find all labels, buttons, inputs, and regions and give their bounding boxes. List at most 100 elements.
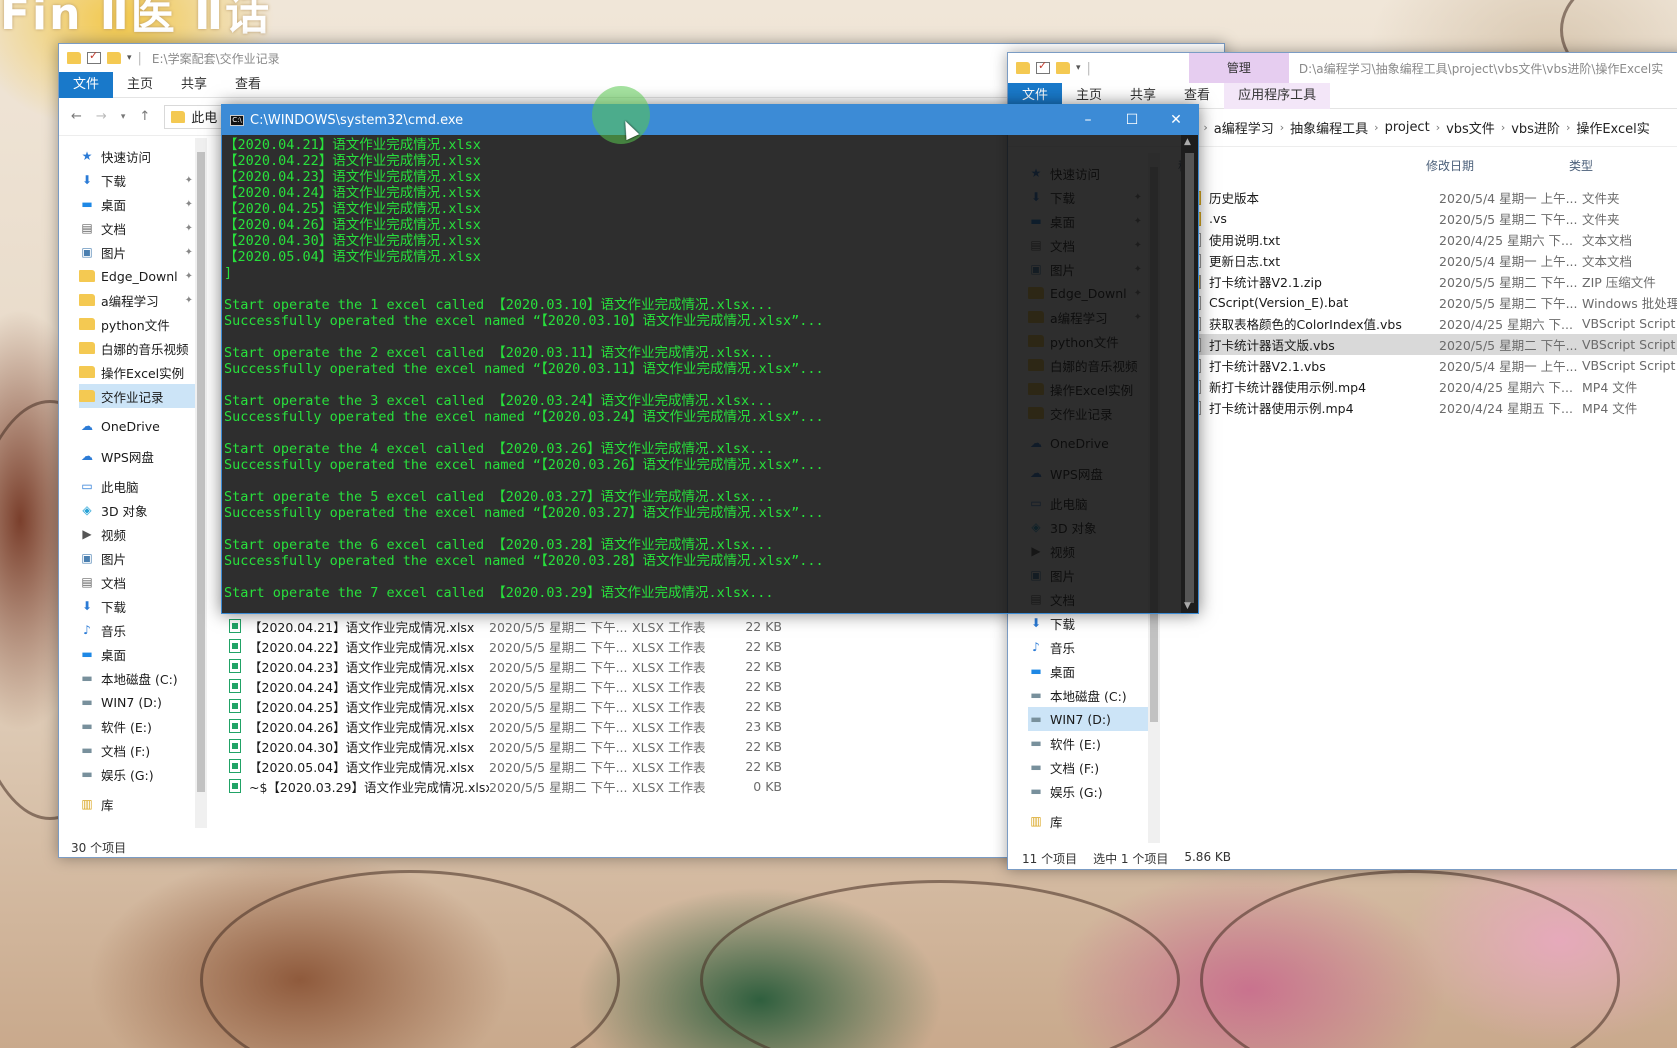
nav-scrollbar-thumb[interactable] — [197, 152, 205, 792]
tab-file[interactable]: 文件 — [59, 71, 114, 98]
tab-home[interactable]: 主页 — [113, 72, 167, 98]
file-row[interactable]: 【2020.04.26】语文作业完成情况.xlsx 2020/5/5 星期二 下午… — [229, 716, 849, 736]
breadcrumb[interactable]: WIN7 (D:)›a编程学习›抽象编程工具›project›vbs文件›vbs… — [1128, 116, 1677, 140]
sidebar-item[interactable]: ◈ 3D 对象 — [79, 498, 199, 522]
tab-share[interactable]: 共享 — [167, 72, 221, 98]
close-button[interactable]: ✕ — [1154, 105, 1198, 135]
file-row[interactable]: 【2020.04.24】语文作业完成情况.xlsx 2020/5/5 星期二 下午… — [229, 676, 849, 696]
file-row[interactable]: 打卡统计器使用示例.mp4 2020/4/24 星期五 下... MP4 文件 — [1189, 397, 1677, 418]
sidebar-item[interactable]: ▬ 桌面 — [79, 642, 199, 666]
up-arrow-icon[interactable]: ↑ — [139, 109, 150, 124]
file-row[interactable]: ~$【2020.03.29】语文作业完成情况.xlsx 2020/5/5 星期二 … — [229, 776, 849, 796]
sidebar-item[interactable]: ♪ 音乐 — [79, 618, 199, 642]
file-row[interactable]: 获取表格颜色的ColorIndex值.vbs 2020/4/25 星期六 下...… — [1189, 313, 1677, 334]
sidebar-item[interactable]: ★ 快速访问 — [79, 144, 199, 168]
sidebar-item[interactable]: 交作业记录 — [79, 384, 199, 408]
file-row[interactable]: 【2020.04.30】语文作业完成情况.xlsx 2020/5/5 星期二 下午… — [229, 736, 849, 756]
scroll-up-icon[interactable]: ▲ — [1184, 137, 1191, 147]
console-scrollbar[interactable]: ▲ ▼ — [1181, 135, 1198, 613]
console-output[interactable]: 【2020.04.21】语文作业完成情况.xlsx 【2020.04.22】语文作… — [222, 135, 1181, 613]
back-arrow-icon[interactable]: ← — [71, 109, 82, 124]
breadcrumb-item[interactable]: project — [1385, 120, 1430, 135]
sidebar-item[interactable]: ▬ 本地磁盘 (C:) — [1028, 683, 1148, 707]
new-folder-icon[interactable] — [1056, 62, 1070, 74]
minimize-button[interactable]: – — [1066, 105, 1110, 135]
cmd-titlebar[interactable]: C:\ C:\WINDOWS\system32\cmd.exe – ☐ ✕ — [222, 105, 1198, 135]
sidebar-item[interactable]: ▬ WIN7 (D:) — [1028, 707, 1148, 731]
file-row[interactable]: 更新日志.txt 2020/5/4 星期一 上午... 文本文档 — [1189, 250, 1677, 271]
tab-view[interactable]: 查看 — [221, 72, 275, 98]
sidebar-item[interactable]: ⬇ 下载 — [1028, 611, 1148, 635]
quick-access-dropdown-icon[interactable]: ▾ — [1076, 63, 1081, 73]
file-name: .vs — [1209, 211, 1227, 226]
breadcrumb-item[interactable]: vbs文件 — [1446, 118, 1495, 137]
breadcrumb-item[interactable]: vbs进阶 — [1511, 118, 1560, 137]
column-type[interactable]: 类型 — [1569, 157, 1593, 174]
file-row[interactable]: 使用说明.txt 2020/4/25 星期六 下... 文本文档 — [1189, 229, 1677, 250]
tab-application-tools[interactable]: 应用程序工具 — [1224, 82, 1331, 109]
sidebar-item[interactable]: ▭ 此电脑 — [79, 474, 199, 498]
sidebar-item[interactable]: ▤ 文档 — [79, 570, 199, 594]
sidebar-item[interactable]: 白娜的音乐视频 — [79, 336, 199, 360]
sidebar-item[interactable]: ▬ 娱乐 (G:) — [79, 762, 199, 786]
console-scrollbar-thumb[interactable] — [1185, 153, 1194, 603]
breadcrumb-separator-icon[interactable]: › — [1501, 121, 1505, 134]
forward-arrow-icon[interactable]: → — [96, 109, 107, 124]
maximize-button[interactable]: ☐ — [1110, 105, 1154, 135]
recent-dropdown-icon[interactable]: ▾ — [121, 112, 126, 122]
file-row[interactable]: 历史版本 2020/5/4 星期一 上午... 文件夹 — [1189, 187, 1677, 208]
sidebar-item[interactable]: python文件 — [79, 312, 199, 336]
breadcrumb-item[interactable]: 操作Excel实 — [1576, 118, 1649, 137]
sidebar-item[interactable]: ☁ WPS网盘 — [79, 444, 199, 468]
properties-icon[interactable] — [87, 49, 101, 64]
file-row[interactable]: 【2020.04.25】语文作业完成情况.xlsx 2020/5/5 星期二 下午… — [229, 696, 849, 716]
sidebar-item[interactable]: ▶ 视频 — [79, 522, 199, 546]
breadcrumb-item[interactable]: 抽象编程工具 — [1290, 118, 1368, 137]
file-row[interactable]: 【2020.04.23】语文作业完成情况.xlsx 2020/5/5 星期二 下午… — [229, 656, 849, 676]
file-row[interactable]: CScript(Version_E).bat 2020/5/5 星期二 下午...… — [1189, 292, 1677, 313]
column-name[interactable]: 称 — [1178, 157, 1426, 174]
sidebar-item[interactable]: ▬ WIN7 (D:) — [79, 690, 199, 714]
quick-access-dropdown-icon[interactable]: ▾ — [127, 53, 132, 63]
sidebar-item[interactable]: a编程学习 ✦ — [79, 288, 199, 312]
file-row[interactable]: 【2020.04.22】语文作业完成情况.xlsx 2020/5/5 星期二 下午… — [229, 636, 849, 656]
file-row[interactable]: 打卡统计器V2.1.zip 2020/5/5 星期二 下午... ZIP 压缩文件 — [1189, 271, 1677, 292]
sidebar-item[interactable]: Edge_Downl ✦ — [79, 264, 199, 288]
sidebar-item[interactable]: ⬇ 下载 — [79, 594, 199, 618]
file-row[interactable]: 打卡统计器语文版.vbs 2020/5/5 星期二 下午... VBScript S… — [1183, 334, 1677, 355]
breadcrumb-separator-icon[interactable]: › — [1566, 121, 1570, 134]
sidebar-item[interactable]: ▣ 图片 — [79, 546, 199, 570]
new-folder-icon[interactable] — [107, 52, 121, 64]
sidebar-item[interactable]: ▬ 文档 (F:) — [79, 738, 199, 762]
properties-icon[interactable] — [1036, 59, 1050, 74]
right-explorer-titlebar[interactable]: ▾ | 管理 D:\a编程学习\抽象编程工具\project\vbs文件\vbs… — [1008, 53, 1677, 83]
sidebar-item[interactable]: ▬ 桌面 ✦ — [79, 192, 199, 216]
file-row[interactable]: 【2020.04.21】语文作业完成情况.xlsx 2020/5/5 星期二 下午… — [229, 616, 849, 636]
file-row[interactable]: 【2020.05.04】语文作业完成情况.xlsx 2020/5/5 星期二 下午… — [229, 756, 849, 776]
file-row[interactable]: .vs 2020/5/5 星期二 下午... 文件夹 — [1189, 208, 1677, 229]
sidebar-item[interactable]: ▣ 图片 ✦ — [79, 240, 199, 264]
scroll-down-icon[interactable]: ▼ — [1184, 601, 1191, 611]
breadcrumb-separator-icon[interactable]: › — [1374, 121, 1378, 134]
sidebar-item[interactable]: ▬ 桌面 — [1028, 659, 1148, 683]
sidebar-item[interactable]: ♪ 音乐 — [1028, 635, 1148, 659]
file-row[interactable]: 新打卡统计器使用示例.mp4 2020/4/25 星期六 下... MP4 文件 — [1189, 376, 1677, 397]
file-row[interactable]: 打卡统计器V2.1.vbs 2020/5/4 星期一 上午... VBScript … — [1189, 355, 1677, 376]
sidebar-item[interactable]: ▬ 软件 (E:) — [1028, 731, 1148, 755]
breadcrumb-separator-icon[interactable]: › — [1436, 121, 1440, 134]
nav-scrollbar[interactable] — [195, 138, 207, 828]
sidebar-item[interactable]: ▬ 娱乐 (G:) — [1028, 779, 1148, 803]
sidebar-item[interactable]: ▥ 库 — [1028, 809, 1148, 833]
sidebar-item[interactable]: ▥ 库 — [79, 792, 199, 816]
breadcrumb-separator-icon[interactable]: › — [1203, 121, 1207, 134]
sidebar-item[interactable]: 操作Excel实例 — [79, 360, 199, 384]
sidebar-item[interactable]: ☁ OneDrive — [79, 414, 199, 438]
sidebar-item[interactable]: ▤ 文档 ✦ — [79, 216, 199, 240]
sidebar-item[interactable]: ▬ 本地磁盘 (C:) — [79, 666, 199, 690]
breadcrumb-item[interactable]: a编程学习 — [1214, 118, 1274, 137]
column-date[interactable]: 修改日期 — [1426, 157, 1569, 174]
sidebar-item[interactable]: ⬇ 下载 ✦ — [79, 168, 199, 192]
sidebar-item[interactable]: ▬ 软件 (E:) — [79, 714, 199, 738]
breadcrumb-separator-icon[interactable]: › — [1280, 121, 1284, 134]
sidebar-item[interactable]: ▬ 文档 (F:) — [1028, 755, 1148, 779]
